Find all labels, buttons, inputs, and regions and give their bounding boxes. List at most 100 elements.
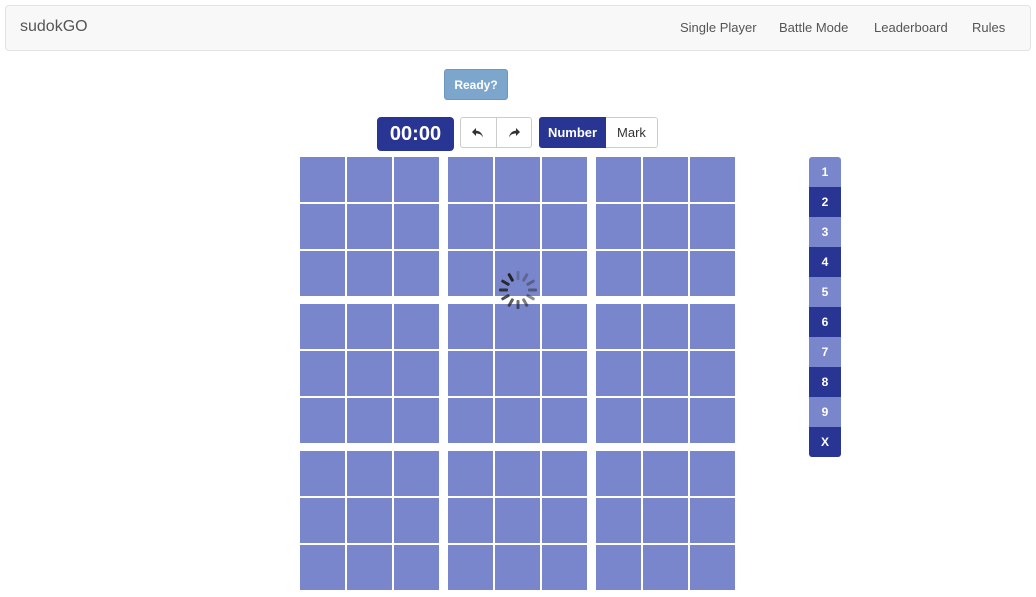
redo-button[interactable] [495, 118, 532, 147]
board-cell[interactable] [300, 351, 345, 396]
board-cell[interactable] [394, 398, 439, 443]
numpad-button-7[interactable]: 7 [809, 337, 841, 367]
board-cell[interactable] [690, 304, 735, 349]
board-cell[interactable] [347, 304, 392, 349]
board-cell[interactable] [596, 545, 641, 590]
board-cell[interactable] [300, 204, 345, 249]
board-cell[interactable] [448, 351, 493, 396]
board-cell[interactable] [596, 398, 641, 443]
board-cell[interactable] [542, 157, 587, 202]
board-cell[interactable] [495, 545, 540, 590]
board-cell[interactable] [542, 545, 587, 590]
board-cell[interactable] [690, 498, 735, 543]
nav-leaderboard[interactable]: Leaderboard [874, 20, 948, 35]
board-cell[interactable] [542, 451, 587, 496]
board-cell[interactable] [596, 251, 641, 296]
board-cell[interactable] [643, 351, 688, 396]
numpad-button-1[interactable]: 1 [809, 157, 841, 187]
board-cell[interactable] [495, 451, 540, 496]
brand-logo[interactable]: sudokGO [20, 18, 88, 36]
board-cell[interactable] [542, 204, 587, 249]
board-cell[interactable] [690, 398, 735, 443]
numpad-button-5[interactable]: 5 [809, 277, 841, 307]
board-cell[interactable] [300, 398, 345, 443]
board-cell[interactable] [448, 398, 493, 443]
board-cell[interactable] [347, 498, 392, 543]
board-cell[interactable] [643, 398, 688, 443]
nav-single-player[interactable]: Single Player [680, 20, 757, 35]
board-cell[interactable] [300, 545, 345, 590]
board-cell[interactable] [542, 351, 587, 396]
board-cell[interactable] [690, 545, 735, 590]
board-cell[interactable] [394, 157, 439, 202]
board-cell[interactable] [596, 498, 641, 543]
board-cell[interactable] [448, 157, 493, 202]
board-cell[interactable] [394, 451, 439, 496]
board-cell[interactable] [448, 451, 493, 496]
board-cell[interactable] [347, 351, 392, 396]
board-cell[interactable] [495, 351, 540, 396]
board-cell[interactable] [448, 545, 493, 590]
numpad-button-6[interactable]: 6 [809, 307, 841, 337]
board-cell[interactable] [690, 351, 735, 396]
board-cell[interactable] [495, 204, 540, 249]
board-cell[interactable] [690, 251, 735, 296]
board-cell[interactable] [542, 304, 587, 349]
board-cell[interactable] [643, 157, 688, 202]
board-cell[interactable] [596, 351, 641, 396]
board-cell[interactable] [643, 545, 688, 590]
board-cell[interactable] [300, 304, 345, 349]
board-cell[interactable] [347, 204, 392, 249]
nav-battle-mode[interactable]: Battle Mode [779, 20, 848, 35]
board-cell[interactable] [300, 451, 345, 496]
mode-number-button[interactable]: Number [539, 117, 606, 148]
board-cell[interactable] [394, 351, 439, 396]
numpad-button-3[interactable]: 3 [809, 217, 841, 247]
board-cell[interactable] [347, 451, 392, 496]
board-cell[interactable] [690, 451, 735, 496]
board-cell[interactable] [643, 304, 688, 349]
board-cell[interactable] [643, 251, 688, 296]
board-cell[interactable] [347, 398, 392, 443]
board-cell[interactable] [643, 498, 688, 543]
board-cell[interactable] [495, 498, 540, 543]
board-cell[interactable] [542, 498, 587, 543]
board-cell[interactable] [448, 304, 493, 349]
board-cell[interactable] [448, 204, 493, 249]
numpad-clear-button[interactable]: X [809, 427, 841, 457]
board-cell[interactable] [300, 498, 345, 543]
board-cell[interactable] [448, 251, 493, 296]
board-cell[interactable] [596, 157, 641, 202]
board-cell[interactable] [542, 251, 587, 296]
board-cell[interactable] [448, 498, 493, 543]
board-cell[interactable] [347, 251, 392, 296]
board-cell[interactable] [643, 204, 688, 249]
mode-mark-button[interactable]: Mark [606, 117, 658, 148]
board-cell[interactable] [347, 545, 392, 590]
board-cell[interactable] [300, 251, 345, 296]
board-cell[interactable] [596, 204, 641, 249]
board-cell[interactable] [690, 204, 735, 249]
board-cell[interactable] [394, 545, 439, 590]
nav-rules[interactable]: Rules [972, 20, 1005, 35]
numpad-button-2[interactable]: 2 [809, 187, 841, 217]
board-cell[interactable] [542, 398, 587, 443]
numpad-button-8[interactable]: 8 [809, 367, 841, 397]
numpad-button-4[interactable]: 4 [809, 247, 841, 277]
board-cell[interactable] [394, 304, 439, 349]
board-cell[interactable] [596, 304, 641, 349]
undo-button[interactable] [461, 118, 496, 147]
input-mode-toggle: Number Mark [539, 117, 658, 148]
board-cell[interactable] [394, 251, 439, 296]
board-cell[interactable] [300, 157, 345, 202]
ready-button[interactable]: Ready? [444, 69, 508, 100]
board-cell[interactable] [596, 451, 641, 496]
board-cell[interactable] [495, 157, 540, 202]
board-cell[interactable] [643, 451, 688, 496]
board-cell[interactable] [394, 498, 439, 543]
numpad-button-9[interactable]: 9 [809, 397, 841, 427]
board-cell[interactable] [690, 157, 735, 202]
board-cell[interactable] [347, 157, 392, 202]
board-cell[interactable] [394, 204, 439, 249]
board-cell[interactable] [495, 398, 540, 443]
